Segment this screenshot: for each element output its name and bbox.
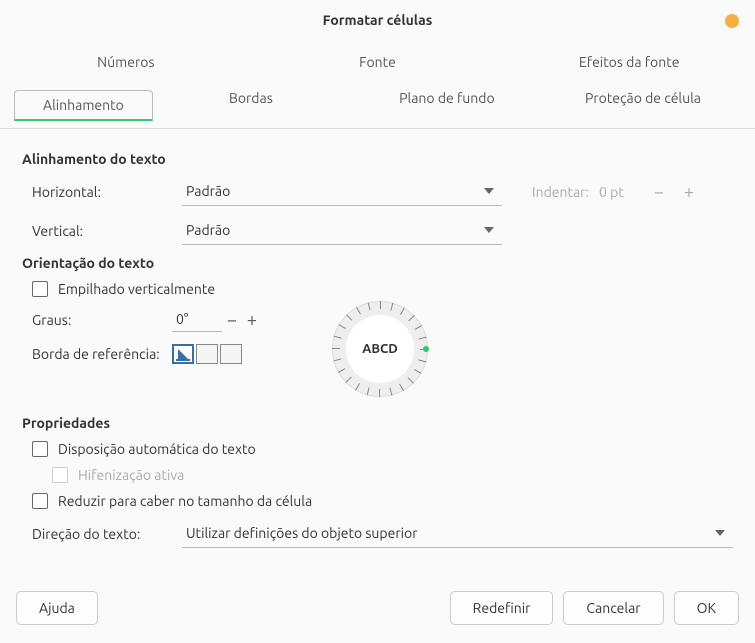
indent-decrement: − [649, 182, 669, 202]
shrink-to-fit-label: Reduzir para caber no tamanho da célula [58, 493, 312, 509]
vertical-select[interactable]: Padrão [182, 216, 502, 245]
reference-edge-label: Borda de referência: [22, 346, 172, 362]
section-text-alignment: Alinhamento do texto [22, 151, 733, 167]
shrink-to-fit-checkbox[interactable] [32, 493, 48, 509]
tab-font-effects[interactable]: Efeitos da fonte [503, 40, 755, 82]
rotation-dial[interactable]: ABCD [332, 301, 428, 397]
hyphenation-label: Hifenização ativa [78, 467, 184, 483]
tab-alignment[interactable]: Alinhamento [14, 82, 153, 128]
tab-cell-protection[interactable]: Proteção de célula [545, 82, 741, 128]
text-direction-select[interactable]: Utilizar definições do objeto superior [182, 519, 733, 548]
wrap-text-label: Disposição automática do texto [58, 441, 256, 457]
text-direction-label: Direção do texto: [22, 526, 182, 542]
reset-button[interactable]: Redefinir [450, 591, 554, 625]
ok-button[interactable]: OK [674, 591, 739, 625]
reference-edge-lower[interactable] [172, 344, 194, 364]
stacked-checkbox[interactable] [32, 281, 48, 297]
horizontal-select[interactable]: Padrão [182, 177, 502, 206]
vertical-label: Vertical: [22, 223, 172, 239]
tab-numbers[interactable]: Números [0, 40, 252, 82]
section-properties: Propriedades [22, 415, 733, 431]
chevron-down-icon [484, 227, 494, 233]
text-direction-value: Utilizar definições do objeto superior [186, 525, 418, 541]
degrees-decrement[interactable]: − [222, 310, 242, 330]
dialog-title: Formatar células [323, 12, 433, 28]
tab-borders[interactable]: Bordas [153, 82, 349, 128]
degrees-increment[interactable]: + [242, 310, 262, 330]
chevron-down-icon [484, 188, 494, 194]
reference-edge-upper[interactable] [196, 344, 218, 364]
wrap-text-checkbox[interactable] [32, 441, 48, 457]
horizontal-value: Padrão [186, 183, 230, 199]
indent-increment: + [679, 182, 699, 202]
chevron-down-icon [715, 530, 725, 536]
indent-value: 0 pt [599, 184, 639, 200]
horizontal-label: Horizontal: [22, 184, 172, 200]
vertical-value: Padrão [186, 222, 230, 238]
help-button[interactable]: Ajuda [16, 591, 98, 625]
tab-font[interactable]: Fonte [252, 40, 504, 82]
section-text-orientation: Orientação do texto [22, 255, 733, 271]
hyphenation-checkbox [52, 467, 68, 483]
stacked-label: Empilhado verticalmente [58, 281, 215, 297]
degrees-label: Graus: [22, 312, 172, 328]
window-marker-icon [725, 14, 739, 28]
indent-label: Indentar: [532, 184, 589, 200]
cancel-button[interactable]: Cancelar [563, 591, 663, 625]
reference-edge-inside[interactable] [220, 344, 242, 364]
dial-handle-icon[interactable] [423, 346, 429, 352]
dial-preview-text: ABCD [332, 301, 428, 397]
degrees-input[interactable]: 0° [172, 307, 222, 332]
tab-background[interactable]: Plano de fundo [349, 82, 545, 128]
